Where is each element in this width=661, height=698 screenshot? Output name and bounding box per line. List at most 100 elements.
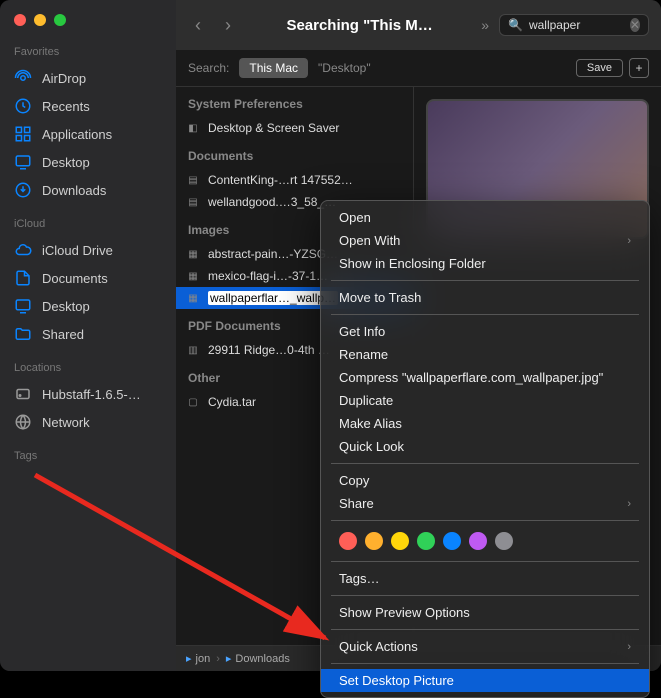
file-name: wallpaperflar…_wallp…: [208, 291, 338, 305]
menu-item-show-in-enclosing-folder[interactable]: Show in Enclosing Folder: [321, 252, 649, 275]
sidebar-item-label: Shared: [42, 327, 84, 342]
submenu-arrow-icon: ›: [627, 235, 631, 247]
toolbar-overflow-icon[interactable]: »: [481, 17, 489, 33]
sidebar-item-documents[interactable]: Documents: [0, 264, 176, 292]
menu-item-set-desktop-picture[interactable]: Set Desktop Picture: [321, 669, 649, 692]
sidebar-item-network[interactable]: Network: [0, 408, 176, 436]
menu-separator: [331, 561, 639, 562]
file-name: mexico-flag-i…-37-1…: [208, 269, 328, 283]
menu-item-compress-wallpaperflare-com-wallpaper-jpg-[interactable]: Compress "wallpaperflare.com_wallpaper.j…: [321, 366, 649, 389]
close-button[interactable]: [14, 14, 26, 26]
tag-color-dot[interactable]: [443, 532, 461, 550]
menu-item-label: Share: [339, 496, 374, 511]
sidebar-item-shared[interactable]: Shared: [0, 320, 176, 348]
sidebar-item-airdrop[interactable]: AirDrop: [0, 64, 176, 92]
folder-icon: ▸: [186, 652, 192, 665]
menu-separator: [331, 663, 639, 664]
sidebar-item-recents[interactable]: Recents: [0, 92, 176, 120]
search-field[interactable]: 🔍 ✕: [499, 14, 649, 36]
menu-item-label: Quick Look: [339, 439, 404, 454]
menu-separator: [331, 595, 639, 596]
file-name: 29911 Ridge…0-4th …: [208, 343, 330, 357]
scope-label: Search:: [188, 61, 229, 75]
toolbar: ‹ › Searching "This M… » 🔍 ✕: [176, 0, 661, 50]
search-input[interactable]: [529, 18, 624, 32]
file-icon: ◧: [186, 121, 200, 135]
file-icon: ▢: [186, 395, 200, 409]
maximize-button[interactable]: [54, 14, 66, 26]
file-name: wellandgood.…3_58_…: [208, 195, 336, 209]
file-row[interactable]: ▤ContentKing-…rt 147552…: [176, 169, 413, 191]
menu-item-move-to-trash[interactable]: Move to Trash: [321, 286, 649, 309]
menu-item-label: Open: [339, 210, 371, 225]
sidebar-item-hubstaff-[interactable]: Hubstaff-1.6.5-…: [0, 380, 176, 408]
file-icon: ▤: [186, 195, 200, 209]
downloads-icon: [14, 181, 32, 199]
clear-search-icon[interactable]: ✕: [630, 18, 640, 32]
menu-item-rename[interactable]: Rename: [321, 343, 649, 366]
sidebar-section-icloud: iCloud: [0, 218, 176, 236]
clock-icon: [14, 97, 32, 115]
menu-item-open[interactable]: Open: [321, 206, 649, 229]
path-segment[interactable]: ▸jon: [186, 652, 210, 665]
tag-color-dot[interactable]: [339, 532, 357, 550]
back-button[interactable]: ‹: [188, 15, 208, 36]
menu-item-make-alias[interactable]: Make Alias: [321, 412, 649, 435]
menu-item-tags-[interactable]: Tags…: [321, 567, 649, 590]
menu-item-get-info[interactable]: Get Info: [321, 320, 649, 343]
file-name: ContentKing-…rt 147552…: [208, 173, 353, 187]
window-title: Searching "This M…: [248, 17, 471, 34]
path-separator: ›: [216, 653, 220, 665]
tag-color-dot[interactable]: [469, 532, 487, 550]
menu-item-quick-look[interactable]: Quick Look: [321, 435, 649, 458]
airdrop-icon: [14, 69, 32, 87]
sidebar-item-downloads[interactable]: Downloads: [0, 176, 176, 204]
menu-item-share[interactable]: Share›: [321, 492, 649, 515]
disk-icon: [14, 385, 32, 403]
menu-item-label: Quick Actions: [339, 639, 418, 654]
path-segment[interactable]: ▸Downloads: [226, 652, 290, 665]
menu-item-copy[interactable]: Copy: [321, 469, 649, 492]
forward-button[interactable]: ›: [218, 15, 238, 36]
menu-item-open-with[interactable]: Open With›: [321, 229, 649, 252]
menu-item-show-preview-options[interactable]: Show Preview Options: [321, 601, 649, 624]
menu-item-label: Show Preview Options: [339, 605, 470, 620]
group-header: Documents: [176, 139, 413, 169]
submenu-arrow-icon: ›: [627, 641, 631, 653]
add-criteria-button[interactable]: +: [629, 58, 649, 78]
tag-color-dot[interactable]: [391, 532, 409, 550]
menu-item-quick-actions[interactable]: Quick Actions ›: [321, 635, 649, 658]
context-menu: Open Open With›Show in Enclosing Folder Mo…: [320, 200, 650, 698]
menu-separator: [331, 629, 639, 630]
sidebar-item-icloud-drive[interactable]: iCloud Drive: [0, 236, 176, 264]
sidebar-item-label: Network: [42, 415, 90, 430]
sidebar-item-label: Downloads: [42, 183, 106, 198]
file-icon: ▦: [186, 291, 200, 305]
tag-color-dot[interactable]: [365, 532, 383, 550]
file-row[interactable]: ◧Desktop & Screen Saver: [176, 117, 413, 139]
sidebar-item-applications[interactable]: Applications: [0, 120, 176, 148]
menu-separator: [331, 314, 639, 315]
menu-item-label: Copy: [339, 473, 369, 488]
sidebar-section-favorites: Favorites: [0, 46, 176, 64]
sidebar-item-label: Desktop: [42, 299, 90, 314]
minimize-button[interactable]: [34, 14, 46, 26]
scope-desktop[interactable]: "Desktop": [318, 61, 371, 75]
doc-icon: [14, 269, 32, 287]
sidebar-item-label: Documents: [42, 271, 108, 286]
desktop-icon: [14, 297, 32, 315]
globe-icon: [14, 413, 32, 431]
menu-item-label: Move to Trash: [339, 290, 421, 305]
menu-item-label: Compress "wallpaperflare.com_wallpaper.j…: [339, 370, 603, 385]
tag-color-dot[interactable]: [495, 532, 513, 550]
scope-this-mac[interactable]: This Mac: [239, 58, 308, 78]
save-search-button[interactable]: Save: [576, 59, 623, 77]
sidebar-item-desktop[interactable]: Desktop: [0, 148, 176, 176]
traffic-lights: [0, 14, 176, 46]
menu-item-duplicate[interactable]: Duplicate: [321, 389, 649, 412]
tag-color-dot[interactable]: [417, 532, 435, 550]
sidebar-item-desktop[interactable]: Desktop: [0, 292, 176, 320]
sidebar-section-tags: Tags: [0, 450, 176, 468]
tag-color-row: [321, 526, 649, 556]
sidebar-item-label: iCloud Drive: [42, 243, 113, 258]
